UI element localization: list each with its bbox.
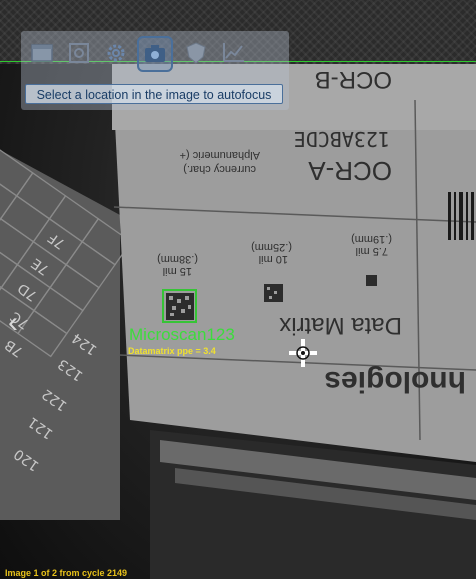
card-bottom-word: hnologies bbox=[324, 365, 466, 398]
toolbar: Select a location in the image to autofo… bbox=[21, 31, 289, 110]
card-size-15: 15 mil bbox=[163, 265, 192, 277]
card-size-7-mm: (.19mm) bbox=[351, 233, 392, 245]
card-alpha-note-2: currency char.) bbox=[183, 163, 256, 175]
decode-result-text: Microscan123 bbox=[129, 325, 235, 344]
camera-image-viewport[interactable]: 7F 7E 7D 7C 7B 124 123 122 121 120 OCR-B… bbox=[0, 0, 476, 579]
card-ocr-b: OCR-B bbox=[315, 66, 392, 93]
card-ocr-a-sample: 123ABCDE bbox=[294, 127, 390, 151]
shield-button[interactable] bbox=[181, 38, 211, 68]
card-data-matrix: Data Matrix bbox=[279, 312, 402, 339]
settings-button[interactable] bbox=[101, 38, 131, 68]
decode-ppe-text: Datamatrix ppe = 3.4 bbox=[128, 346, 216, 356]
display-mode-icon bbox=[31, 44, 53, 62]
autofocus-hint-text: Select a location in the image to autofo… bbox=[25, 84, 283, 104]
decode-region-box bbox=[162, 289, 197, 323]
datamatrix-7mil bbox=[366, 275, 377, 286]
camera-autofocus-icon bbox=[145, 45, 165, 62]
autofocus-button[interactable] bbox=[137, 36, 173, 72]
settings-gear-icon bbox=[107, 44, 125, 62]
card-alpha-note-1: Alphanumeric (+ bbox=[180, 149, 260, 161]
status-text: Image 1 of 2 from cycle 2149 bbox=[5, 568, 128, 578]
chart-trend-button[interactable] bbox=[219, 38, 249, 68]
datamatrix-10mil bbox=[264, 284, 283, 302]
card-size-7: 7.5 mil bbox=[356, 245, 388, 257]
zoom-fit-icon bbox=[69, 43, 89, 63]
chart-trend-icon bbox=[223, 43, 244, 62]
shield-icon bbox=[186, 42, 206, 64]
display-mode-button[interactable] bbox=[27, 38, 57, 68]
zoom-fit-button[interactable] bbox=[64, 38, 94, 68]
card-ocr-a: OCR-A bbox=[308, 156, 392, 186]
crosshair-icon bbox=[289, 339, 317, 367]
previous-image-button[interactable]: ‹ bbox=[4, 306, 22, 340]
card-size-15-mm: (.38mm) bbox=[157, 253, 198, 265]
card-size-10-mm: (.25mm) bbox=[251, 241, 292, 253]
card-size-10: 10 mil bbox=[259, 253, 288, 265]
